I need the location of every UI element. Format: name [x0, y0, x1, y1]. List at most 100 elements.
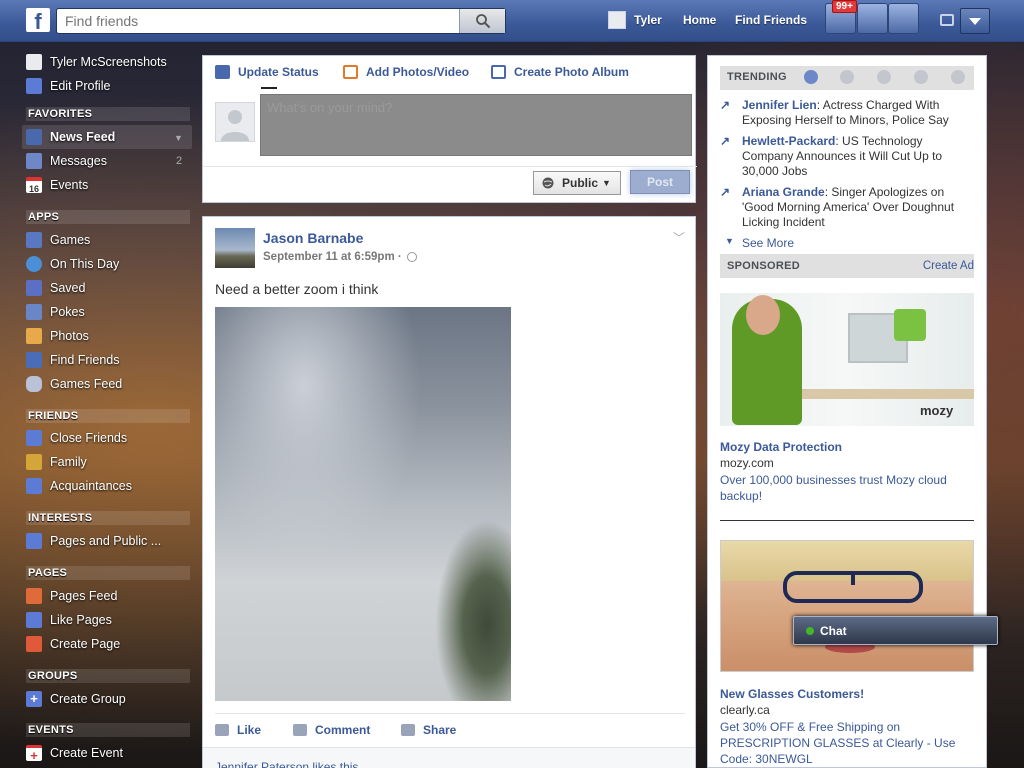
- search-button[interactable]: [459, 9, 505, 33]
- family-icon: [26, 454, 42, 470]
- trending-arrow-icon: ↗: [720, 98, 731, 112]
- create-ad-link[interactable]: Create Ad: [923, 260, 974, 272]
- sidebar-item-label: Close Friends: [50, 431, 128, 445]
- notifications-icon[interactable]: [888, 3, 919, 34]
- search-input[interactable]: [57, 9, 457, 33]
- tab-label: Create Photo Album: [514, 65, 629, 79]
- story-options-chevron-icon[interactable]: ﹀: [673, 229, 685, 246]
- facebook-logo-icon[interactable]: f: [26, 8, 50, 34]
- avatar[interactable]: [608, 11, 626, 29]
- settings-dropdown-button[interactable]: [960, 8, 990, 34]
- search-box: [56, 8, 506, 34]
- sidebar-item-find-friends[interactable]: Find Friends: [26, 350, 119, 370]
- author-avatar[interactable]: [215, 228, 255, 268]
- sidebar-item-pages-and-public[interactable]: Pages and Public ...: [26, 531, 161, 551]
- bookmark-icon: [26, 280, 42, 296]
- ad-title[interactable]: Mozy Data Protection: [720, 440, 842, 454]
- sidebar-item-messages[interactable]: Messages: [26, 151, 107, 171]
- games-icon: [26, 232, 42, 248]
- messages-icon[interactable]: [857, 3, 888, 34]
- profile-link[interactable]: Tyler: [634, 13, 662, 27]
- sidebar-item-on-this-day[interactable]: On This Day: [26, 254, 119, 274]
- privacy-shortcuts-icon[interactable]: [940, 14, 954, 26]
- photo-icon: [343, 65, 358, 79]
- trending-topic[interactable]: Jennifer Lien: [742, 98, 817, 112]
- find-friends-icon: [26, 352, 42, 368]
- chat-bar[interactable]: Chat: [793, 616, 998, 645]
- news-feed-options-icon[interactable]: ▼: [174, 133, 183, 143]
- sidebar-item-saved[interactable]: Saved: [26, 278, 85, 298]
- status-input[interactable]: What's on your mind?: [260, 94, 692, 156]
- share-button[interactable]: Share: [401, 723, 456, 737]
- sidebar-item-label: Create Page: [50, 637, 121, 651]
- thumbs-up-icon: [26, 612, 42, 628]
- author-name[interactable]: Jason Barnabe: [263, 230, 363, 246]
- sidebar-item-label: News Feed: [50, 130, 116, 144]
- sidebar-item-pokes[interactable]: Pokes: [26, 302, 85, 322]
- sidebar-item-close-friends[interactable]: Close Friends: [26, 428, 127, 448]
- section-events: EVENTS: [26, 723, 190, 737]
- status-composer: Update Status Add Photos/Video Create Ph…: [202, 55, 697, 203]
- sidebar-item-like-pages[interactable]: Like Pages: [26, 610, 112, 630]
- sidebar-item-label: Photos: [50, 329, 89, 343]
- section-groups: GROUPS: [26, 669, 190, 683]
- clock-icon: [26, 256, 42, 272]
- sidebar-item-create-group[interactable]: + Create Group: [26, 689, 126, 709]
- ad-body[interactable]: Get 30% OFF & Free Shipping on PRESCRIPT…: [720, 719, 974, 767]
- trending-entertainment-icon[interactable]: [951, 70, 965, 84]
- ad-image[interactable]: [720, 540, 974, 672]
- trending-science-icon[interactable]: [877, 70, 891, 84]
- tab-create-photo-album[interactable]: Create Photo Album: [491, 65, 629, 79]
- comment-icon: [293, 724, 307, 736]
- tab-label: Update Status: [238, 65, 319, 79]
- trending-politics-icon[interactable]: [840, 70, 854, 84]
- photos-icon: [26, 328, 42, 344]
- like-button[interactable]: Like: [215, 723, 261, 737]
- post-timestamp[interactable]: September 11 at 6:59pm ·: [263, 251, 402, 263]
- sidebar-edit-profile[interactable]: Edit Profile: [26, 76, 110, 96]
- privacy-selector[interactable]: Public ▼: [533, 171, 621, 195]
- trending-topic[interactable]: Ariana Grande: [742, 185, 825, 199]
- divider: [203, 166, 697, 167]
- sidebar-item-pages-feed[interactable]: Pages Feed: [26, 586, 117, 606]
- comment-button[interactable]: Comment: [293, 723, 370, 737]
- sidebar-item-family[interactable]: Family: [26, 452, 87, 472]
- poke-icon: [26, 304, 42, 320]
- sidebar-item-acquaintances[interactable]: Acquaintances: [26, 476, 132, 496]
- ad-domain: mozy.com: [720, 456, 774, 470]
- post-button[interactable]: Post: [630, 170, 690, 194]
- trending-topic[interactable]: Hewlett-Packard: [742, 134, 835, 148]
- home-link[interactable]: Home: [683, 13, 716, 27]
- create-event-icon: +: [26, 745, 42, 763]
- sidebar-item-news-feed[interactable]: News Feed: [26, 127, 115, 147]
- sidebar-profile[interactable]: Tyler McScreenshots: [26, 52, 167, 72]
- sidebar-item-label: Acquaintances: [50, 479, 133, 493]
- find-friends-link[interactable]: Find Friends: [735, 13, 807, 27]
- sidebar-item-label: Games Feed: [50, 377, 123, 391]
- feed-story: Jason Barnabe September 11 at 6:59pm · ﹀…: [202, 216, 696, 768]
- trending-sports-icon[interactable]: [914, 70, 928, 84]
- section-favorites: FAVORITES: [26, 107, 190, 121]
- ad-image[interactable]: mozy: [720, 293, 974, 426]
- sidebar-item-create-event[interactable]: + Create Event: [26, 743, 123, 763]
- sidebar-edit-profile-label: Edit Profile: [50, 79, 111, 93]
- sidebar-profile-name: Tyler McScreenshots: [50, 55, 167, 69]
- active-tab-underline: [261, 87, 277, 89]
- sidebar-item-photos[interactable]: Photos: [26, 326, 89, 346]
- tab-update-status[interactable]: Update Status: [215, 65, 319, 79]
- post-photo[interactable]: [215, 307, 511, 701]
- see-more-link[interactable]: See More: [742, 236, 794, 250]
- acquaintances-icon: [26, 478, 42, 494]
- ad-title[interactable]: New Glasses Customers!: [720, 687, 864, 701]
- album-icon: [491, 65, 506, 79]
- tab-add-photos-video[interactable]: Add Photos/Video: [343, 65, 469, 79]
- trending-top-icon[interactable]: [804, 70, 818, 84]
- sidebar-item-games[interactable]: Games: [26, 230, 90, 250]
- ad-body[interactable]: Over 100,000 businesses trust Mozy cloud…: [720, 472, 974, 504]
- sidebar-item-label: Games: [50, 233, 91, 247]
- top-bar: f Tyler Home Find Friends 99+: [0, 0, 1024, 42]
- sidebar-item-games-feed[interactable]: Games Feed: [26, 374, 122, 394]
- likes-summary[interactable]: Jennifer Paterson likes this.: [215, 760, 362, 768]
- sidebar-item-events[interactable]: 16 Events: [26, 175, 88, 195]
- sidebar-item-create-page[interactable]: Create Page: [26, 634, 120, 654]
